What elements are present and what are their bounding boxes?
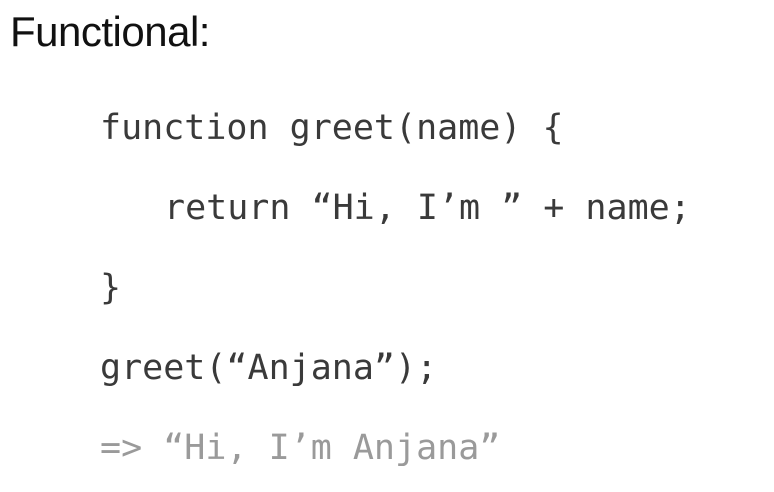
code-line-closing-brace: } — [100, 268, 122, 308]
code-line-output: => “Hi, I’m Anjana” — [100, 428, 501, 468]
code-block: function greet(name) { return “Hi, I’m ”… — [0, 0, 774, 492]
code-line-return-statement: return “Hi, I’m ” + name; — [164, 188, 691, 228]
code-line-function-call: greet(“Anjana”); — [100, 348, 438, 388]
code-line-function-declaration: function greet(name) { — [100, 108, 564, 148]
